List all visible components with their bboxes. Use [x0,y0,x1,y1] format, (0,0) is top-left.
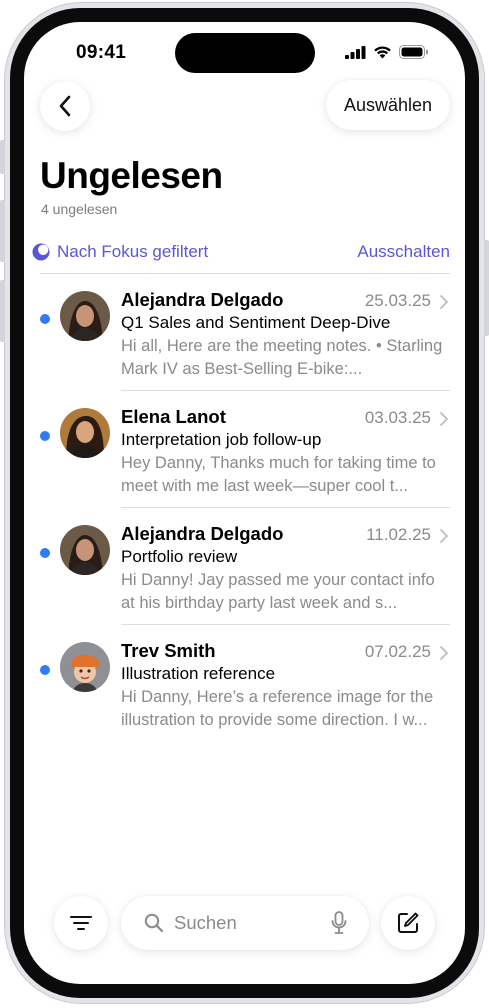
focus-filter-label: Nach Fokus gefiltert [57,242,209,261]
sender-name: Alejandra Delgado [121,523,284,544]
mail-subject: Portfolio review [121,547,238,566]
avatar [60,291,110,341]
mail-date: 11.02.25 [366,525,431,544]
chevron-right-icon [440,412,448,426]
page-title: Ungelesen [40,155,223,196]
mail-date: 25.03.25 [364,291,431,310]
sender-name: Elena Lanot [121,406,226,427]
unread-indicator [40,314,50,324]
mail-date: 03.03.25 [364,408,431,427]
mail-preview: Hi Danny! Jay passed me your contact inf… [121,571,435,612]
bottom-toolbar: Suchen [24,896,465,956]
mail-date: 07.02.25 [364,642,431,661]
avatar [60,408,110,458]
microphone-icon[interactable] [331,911,347,935]
search-field[interactable]: Suchen [121,896,369,950]
mail-list-item[interactable]: Elena Lanot 03.03.25 Interpretation job … [24,391,465,508]
wifi-icon [374,46,391,59]
battery-icon [399,45,428,59]
compose-icon [398,912,419,933]
mail-list-item[interactable]: Alejandra Delgado 25.03.25 Q1 Sales and … [24,274,465,391]
focus-turn-off-button[interactable]: Ausschalten [357,242,450,262]
chevron-right-icon [440,529,448,543]
select-button[interactable]: Auswählen [326,80,450,130]
cellular-signal-icon [345,45,366,59]
filter-button[interactable] [54,896,108,950]
power-button [484,240,489,336]
sender-name: Alejandra Delgado [121,289,284,310]
back-button[interactable] [40,81,90,131]
mail-screen: 09:41 Auswählen Ungelesen 4 ungelesen Na… [24,22,465,984]
volume-up-button [0,200,5,262]
status-icons [345,45,429,59]
unread-indicator [40,665,50,675]
mail-list-item[interactable]: Trev Smith 07.02.25 Illustration referen… [24,625,465,742]
mail-list-item[interactable]: Alejandra Delgado 11.02.25 Portfolio rev… [24,508,465,625]
unread-count: 4 ungelesen [41,201,118,217]
search-placeholder: Suchen [174,912,237,933]
unread-indicator [40,431,50,441]
dynamic-island [175,33,315,73]
avatar [60,642,110,692]
status-bar: 09:41 [24,22,465,82]
chevron-right-icon [440,646,448,660]
volume-down-button [0,280,5,342]
status-time: 09:41 [76,42,127,63]
mail-subject: Illustration reference [121,664,276,683]
mail-preview: Hi all, Here are the meeting notes. • St… [121,337,443,378]
sender-name: Trev Smith [121,640,216,661]
mail-list: Alejandra Delgado 25.03.25 Q1 Sales and … [24,274,465,742]
silent-switch [0,140,5,174]
mail-preview: Hi Danny, Here’s a reference image for t… [121,688,434,729]
moon-icon [32,243,50,261]
chevron-left-icon [59,95,71,117]
mail-subject: Interpretation job follow-up [121,430,322,449]
focus-filter-bar: Nach Fokus gefiltert Ausschalten [32,239,450,265]
filter-lines-icon [70,916,92,930]
avatar [60,525,110,575]
magnifier-icon [144,913,164,933]
chevron-right-icon [440,295,448,309]
compose-button[interactable] [381,896,435,950]
mail-preview: Hey Danny, Thanks much for taking time t… [121,454,436,495]
unread-indicator [40,548,50,558]
mail-subject: Q1 Sales and Sentiment Deep-Dive [121,313,391,332]
